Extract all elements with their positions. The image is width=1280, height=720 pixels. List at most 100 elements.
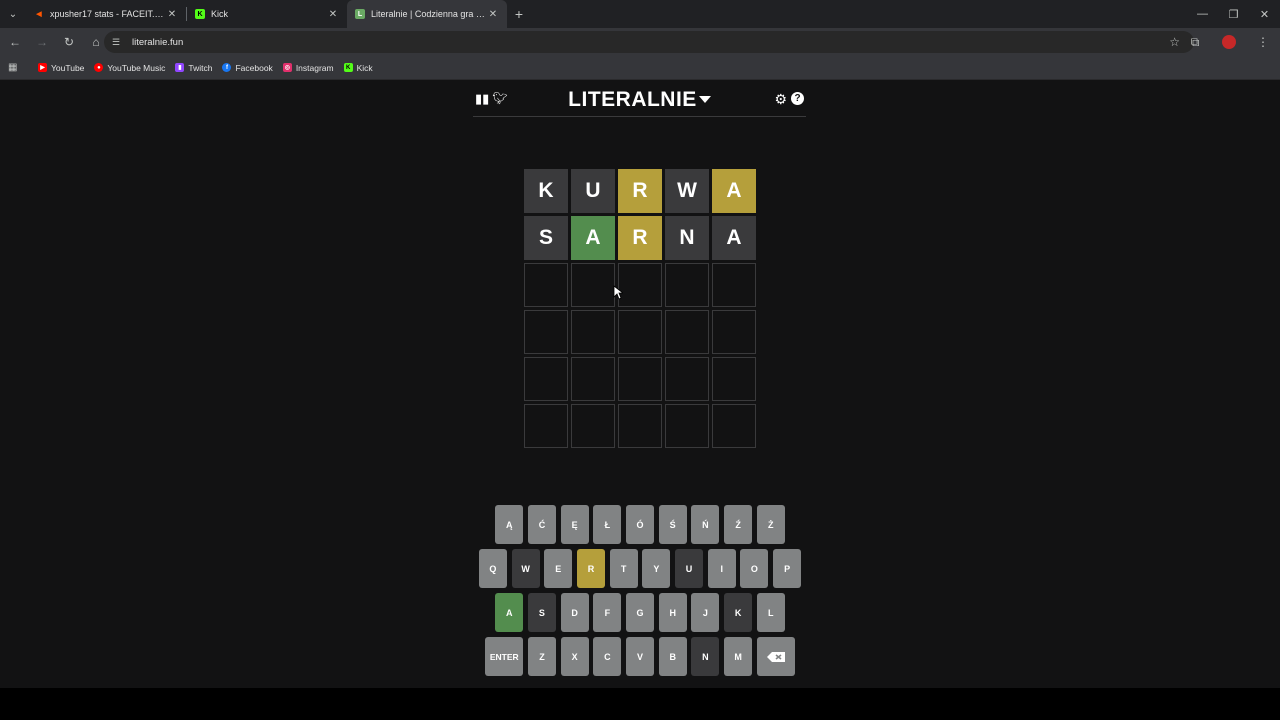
minimize-icon[interactable]: — xyxy=(1187,0,1218,28)
board-tile xyxy=(665,263,709,307)
bookmark-label: Instagram xyxy=(295,62,334,73)
key-b[interactable]: B xyxy=(658,637,687,676)
key-a[interactable]: A xyxy=(495,593,524,632)
key-g[interactable]: G xyxy=(626,593,654,632)
key-u[interactable]: U xyxy=(675,549,704,588)
board-tile: A xyxy=(571,216,615,260)
board-tile: S xyxy=(524,216,568,260)
close-window-icon[interactable]: ✕ xyxy=(1249,0,1280,28)
key-ó[interactable]: Ó xyxy=(626,505,654,544)
backspace-key[interactable] xyxy=(756,637,795,676)
key-o[interactable]: O xyxy=(740,549,769,588)
bookmark-facebook[interactable]: f Facebook xyxy=(222,62,273,73)
tab-literalnie[interactable]: L Literalnie | Codzienna gra słowna ✕ xyxy=(347,0,507,28)
key-s[interactable]: S xyxy=(527,593,556,632)
key-e[interactable]: E xyxy=(544,549,573,588)
bookmark-kick[interactable]: K Kick xyxy=(343,63,373,73)
board-tile xyxy=(524,404,568,448)
key-m[interactable]: M xyxy=(724,637,753,676)
caret-down-icon xyxy=(698,96,711,103)
menu-icon[interactable]: ⋮ xyxy=(1246,28,1280,56)
bookmark-label: Twitch xyxy=(188,62,213,73)
board-tile xyxy=(665,310,709,354)
site-settings-icon[interactable]: ☰ xyxy=(112,37,124,48)
forward-icon[interactable]: → xyxy=(30,30,54,54)
reload-icon[interactable]: ↻ xyxy=(57,30,81,54)
key-h[interactable]: H xyxy=(658,593,687,632)
board-tile xyxy=(618,310,662,354)
browser-tabstrip: ⌄ ◀ xpusher17 stats - FACEIT.com ✕ K Kic… xyxy=(0,0,1280,28)
key-ś[interactable]: Ś xyxy=(658,505,687,544)
tab-kick[interactable]: K Kick ✕ xyxy=(187,0,347,28)
window-controls: — ❐ ✕ xyxy=(1187,0,1280,28)
key-l[interactable]: L xyxy=(756,593,785,632)
key-c[interactable]: C xyxy=(593,637,622,676)
key-i[interactable]: I xyxy=(707,549,736,588)
key-t[interactable]: T xyxy=(609,549,638,588)
key-ź[interactable]: Ź xyxy=(724,505,753,544)
bookmark-twitch[interactable]: ▮ Twitch xyxy=(175,63,212,73)
bookmark-youtube-music[interactable]: ● YouTube Music xyxy=(94,63,165,73)
key-ą[interactable]: Ą xyxy=(495,505,524,544)
close-icon[interactable]: ✕ xyxy=(487,8,499,20)
close-icon[interactable]: ✕ xyxy=(327,8,339,20)
key-ę[interactable]: Ę xyxy=(560,505,589,544)
tab-title: Literalnie | Codzienna gra słowna xyxy=(371,9,487,19)
taskbar-strip xyxy=(0,688,1280,720)
key-p[interactable]: P xyxy=(773,549,802,588)
back-icon[interactable]: ← xyxy=(3,30,27,54)
key-d[interactable]: D xyxy=(560,593,589,632)
extensions-icon[interactable]: ⧉ xyxy=(1178,28,1212,56)
bookmark-youtube[interactable]: ▶ YouTube xyxy=(38,63,84,73)
tab-search-icon[interactable]: ⌄ xyxy=(0,0,26,28)
youtube-icon: ▶ xyxy=(38,63,47,72)
board-tile xyxy=(571,404,615,448)
key-r[interactable]: R xyxy=(576,549,605,588)
key-y[interactable]: Y xyxy=(642,549,671,588)
key-w[interactable]: W xyxy=(511,549,540,588)
key-x[interactable]: X xyxy=(560,637,589,676)
close-icon[interactable]: ✕ xyxy=(166,8,178,20)
key-ł[interactable]: Ł xyxy=(593,505,622,544)
key-n[interactable]: N xyxy=(691,637,720,676)
profile-avatar[interactable] xyxy=(1222,35,1236,49)
key-j[interactable]: J xyxy=(691,593,720,632)
tab-faceit[interactable]: ◀ xpusher17 stats - FACEIT.com ✕ xyxy=(26,0,186,28)
key-ć[interactable]: Ć xyxy=(527,505,556,544)
new-tab-button[interactable]: + xyxy=(507,0,531,28)
bookmark-label: Facebook xyxy=(235,62,273,73)
bookmark-instagram[interactable]: ◎ Instagram xyxy=(282,62,334,73)
toolbar-right: ⧉ ⋮ xyxy=(1178,28,1280,56)
key-k[interactable]: K xyxy=(724,593,753,632)
tab-title: Kick xyxy=(211,9,229,19)
apps-grid-icon[interactable]: ▦ xyxy=(8,62,24,73)
game-title[interactable]: LITERALNIE xyxy=(473,88,806,112)
address-bar[interactable]: ☰ literalnie.fun ☆ xyxy=(104,31,1194,53)
enter-key[interactable]: ENTER xyxy=(485,637,524,676)
board-tile xyxy=(571,357,615,401)
key-ń[interactable]: Ń xyxy=(691,505,720,544)
key-v[interactable]: V xyxy=(626,637,654,676)
key-z[interactable]: Z xyxy=(527,637,556,676)
board-tile xyxy=(571,310,615,354)
key-ż[interactable]: Ż xyxy=(756,505,785,544)
keyboard-row: QWERTYUIOP xyxy=(0,549,1280,588)
restore-icon[interactable]: ❐ xyxy=(1218,0,1249,28)
key-q[interactable]: Q xyxy=(478,549,507,588)
board-tile xyxy=(524,263,568,307)
keyboard-row: ASDFGHJKL xyxy=(0,593,1280,632)
board-tile: R xyxy=(618,216,662,260)
board-tile xyxy=(712,357,756,401)
mouse-cursor-icon xyxy=(613,285,623,300)
tab-title: xpusher17 stats - FACEIT.com xyxy=(50,9,166,19)
literalnie-icon: L xyxy=(355,9,365,19)
board-tile xyxy=(524,357,568,401)
board-tile: A xyxy=(712,169,756,213)
help-icon[interactable]: ? xyxy=(791,92,804,105)
browser-toolbar: ← → ↻ ⌂ ☰ literalnie.fun ☆ ⧉ ⋮ xyxy=(0,28,1280,56)
key-f[interactable]: F xyxy=(593,593,622,632)
board-tile xyxy=(665,404,709,448)
board-tile: N xyxy=(665,216,709,260)
board-tile: W xyxy=(665,169,709,213)
gear-icon[interactable]: ⚙ xyxy=(774,91,787,108)
